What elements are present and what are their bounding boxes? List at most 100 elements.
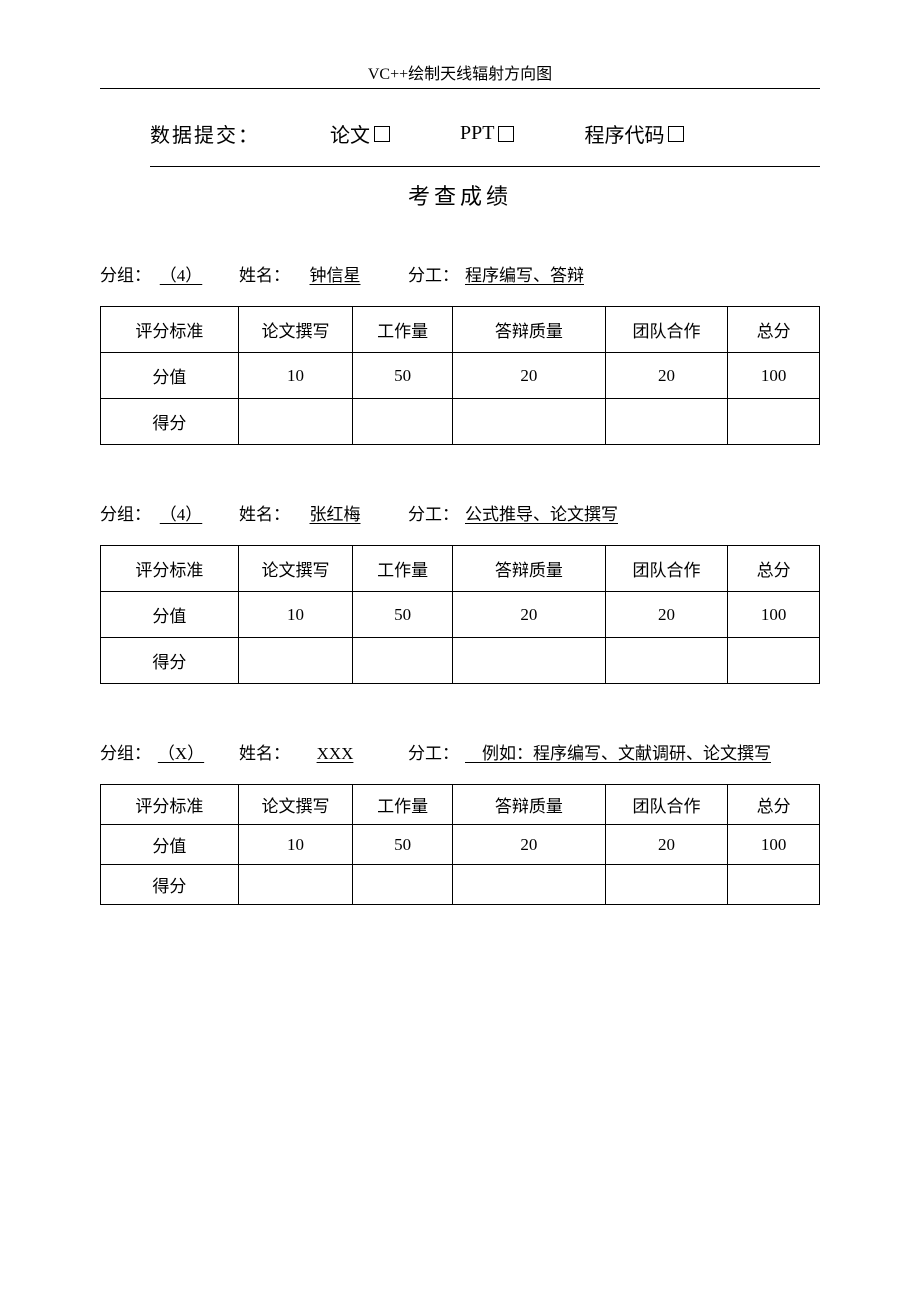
max-paper-cell: 10 (238, 825, 353, 865)
th-criteria: 评分标准 (101, 546, 239, 592)
score-total-cell (728, 638, 820, 684)
th-criteria: 评分标准 (101, 307, 239, 353)
score-paper-cell (238, 638, 353, 684)
score-paper-cell (238, 865, 353, 905)
table-header-row: 评分标准 论文撰写 工作量 答辩质量 团队合作 总分 (101, 546, 820, 592)
score-defense-cell (452, 638, 605, 684)
max-defense-cell: 20 (452, 825, 605, 865)
submit-item-ppt: PPT (460, 122, 514, 145)
page-header-title: VC++绘制天线辐射方向图 (100, 60, 820, 84)
student-info-row: 分组： （4） 姓名： 钟信星 分工： 程序编写、答辩 (100, 261, 820, 288)
table-score-row: 得分 (101, 638, 820, 684)
th-defense: 答辩质量 (452, 785, 605, 825)
score-label-cell: 得分 (101, 638, 239, 684)
th-paper: 论文撰写 (238, 546, 353, 592)
table-header-row: 评分标准 论文撰写 工作量 答辩质量 团队合作 总分 (101, 785, 820, 825)
max-total-cell: 100 (728, 825, 820, 865)
group-label: 分组： (100, 261, 151, 286)
name-value: XXX (290, 744, 380, 766)
table-max-row: 分值 10 50 20 20 100 (101, 825, 820, 865)
submit-divider (150, 166, 820, 167)
score-paper-cell (238, 399, 353, 445)
th-workload: 工作量 (353, 307, 452, 353)
max-defense-cell: 20 (452, 353, 605, 399)
group-value: （4） (151, 500, 211, 527)
name-value: 钟信星 (290, 261, 380, 288)
submit-item-code-text: 程序代码 (584, 119, 664, 148)
max-workload-cell: 50 (353, 592, 452, 638)
table-header-row: 评分标准 论文撰写 工作量 答辩质量 团队合作 总分 (101, 307, 820, 353)
task-label: 分工： (408, 500, 459, 525)
group-value: （4） (151, 261, 211, 288)
submit-item-ppt-text: PPT (460, 122, 494, 145)
name-label: 姓名： (239, 500, 290, 525)
max-paper-cell: 10 (238, 353, 353, 399)
score-table: 评分标准 论文撰写 工作量 答辩质量 团队合作 总分 分值 10 50 20 2… (100, 784, 820, 905)
th-total: 总分 (728, 307, 820, 353)
group-value: （X） (151, 739, 211, 766)
max-team-cell: 20 (605, 825, 727, 865)
max-total-cell: 100 (728, 353, 820, 399)
th-defense: 答辩质量 (452, 307, 605, 353)
name-label: 姓名： (239, 261, 290, 286)
group-field: 分组： （4） (100, 261, 211, 288)
th-workload: 工作量 (353, 546, 452, 592)
max-team-cell: 20 (605, 353, 727, 399)
score-workload-cell (353, 638, 452, 684)
table-score-row: 得分 (101, 399, 820, 445)
checkbox-icon[interactable] (374, 126, 390, 142)
submit-item-paper: 论文 (330, 119, 390, 148)
th-team: 团队合作 (605, 785, 727, 825)
th-paper: 论文撰写 (238, 785, 353, 825)
data-submit-row: 数据提交： 论文 PPT 程序代码 (100, 119, 820, 148)
score-table: 评分标准 论文撰写 工作量 答辩质量 团队合作 总分 分值 10 50 20 2… (100, 545, 820, 684)
th-workload: 工作量 (353, 785, 452, 825)
score-total-cell (728, 399, 820, 445)
group-label: 分组： (100, 500, 151, 525)
task-value: 例如：程序编写、文献调研、论文撰写 (459, 739, 819, 766)
name-value: 张红梅 (290, 500, 380, 527)
max-total-cell: 100 (728, 592, 820, 638)
max-team-cell: 20 (605, 592, 727, 638)
table-max-row: 分值 10 50 20 20 100 (101, 353, 820, 399)
score-team-cell (605, 399, 727, 445)
score-table: 评分标准 论文撰写 工作量 答辩质量 团队合作 总分 分值 10 50 20 2… (100, 306, 820, 445)
submit-item-code: 程序代码 (584, 119, 684, 148)
name-label: 姓名： (239, 739, 290, 764)
submit-label: 数据提交： (150, 119, 260, 148)
max-workload-cell: 50 (353, 825, 452, 865)
document-page: VC++绘制天线辐射方向图 数据提交： 论文 PPT 程序代码 考查成绩 分组：… (0, 0, 920, 905)
th-total: 总分 (728, 785, 820, 825)
max-label-cell: 分值 (101, 592, 239, 638)
task-value: 公式推导、论文撰写 (459, 500, 699, 527)
score-team-cell (605, 865, 727, 905)
max-defense-cell: 20 (452, 592, 605, 638)
score-defense-cell (452, 399, 605, 445)
name-field: 姓名： XXX (239, 739, 380, 766)
th-team: 团队合作 (605, 307, 727, 353)
max-paper-cell: 10 (238, 592, 353, 638)
group-label: 分组： (100, 739, 151, 764)
score-defense-cell (452, 865, 605, 905)
student-info-row: 分组： （4） 姓名： 张红梅 分工： 公式推导、论文撰写 (100, 500, 820, 527)
checkbox-icon[interactable] (498, 126, 514, 142)
score-label-cell: 得分 (101, 399, 239, 445)
th-defense: 答辩质量 (452, 546, 605, 592)
submit-item-paper-text: 论文 (330, 119, 370, 148)
task-label: 分工： (408, 739, 459, 764)
score-total-cell (728, 865, 820, 905)
checkbox-icon[interactable] (668, 126, 684, 142)
name-field: 姓名： 钟信星 (239, 261, 380, 288)
score-workload-cell (353, 399, 452, 445)
table-max-row: 分值 10 50 20 20 100 (101, 592, 820, 638)
name-field: 姓名： 张红梅 (239, 500, 380, 527)
task-field: 分工： 公式推导、论文撰写 (408, 500, 699, 527)
group-field: 分组： （X） (100, 739, 211, 766)
th-criteria: 评分标准 (101, 785, 239, 825)
task-field: 分工： 程序编写、答辩 (408, 261, 699, 288)
score-team-cell (605, 638, 727, 684)
score-label-cell: 得分 (101, 865, 239, 905)
th-paper: 论文撰写 (238, 307, 353, 353)
group-field: 分组： （4） (100, 500, 211, 527)
student-info-row: 分组： （X） 姓名： XXX 分工： 例如：程序编写、文献调研、论文撰写 (100, 739, 820, 766)
